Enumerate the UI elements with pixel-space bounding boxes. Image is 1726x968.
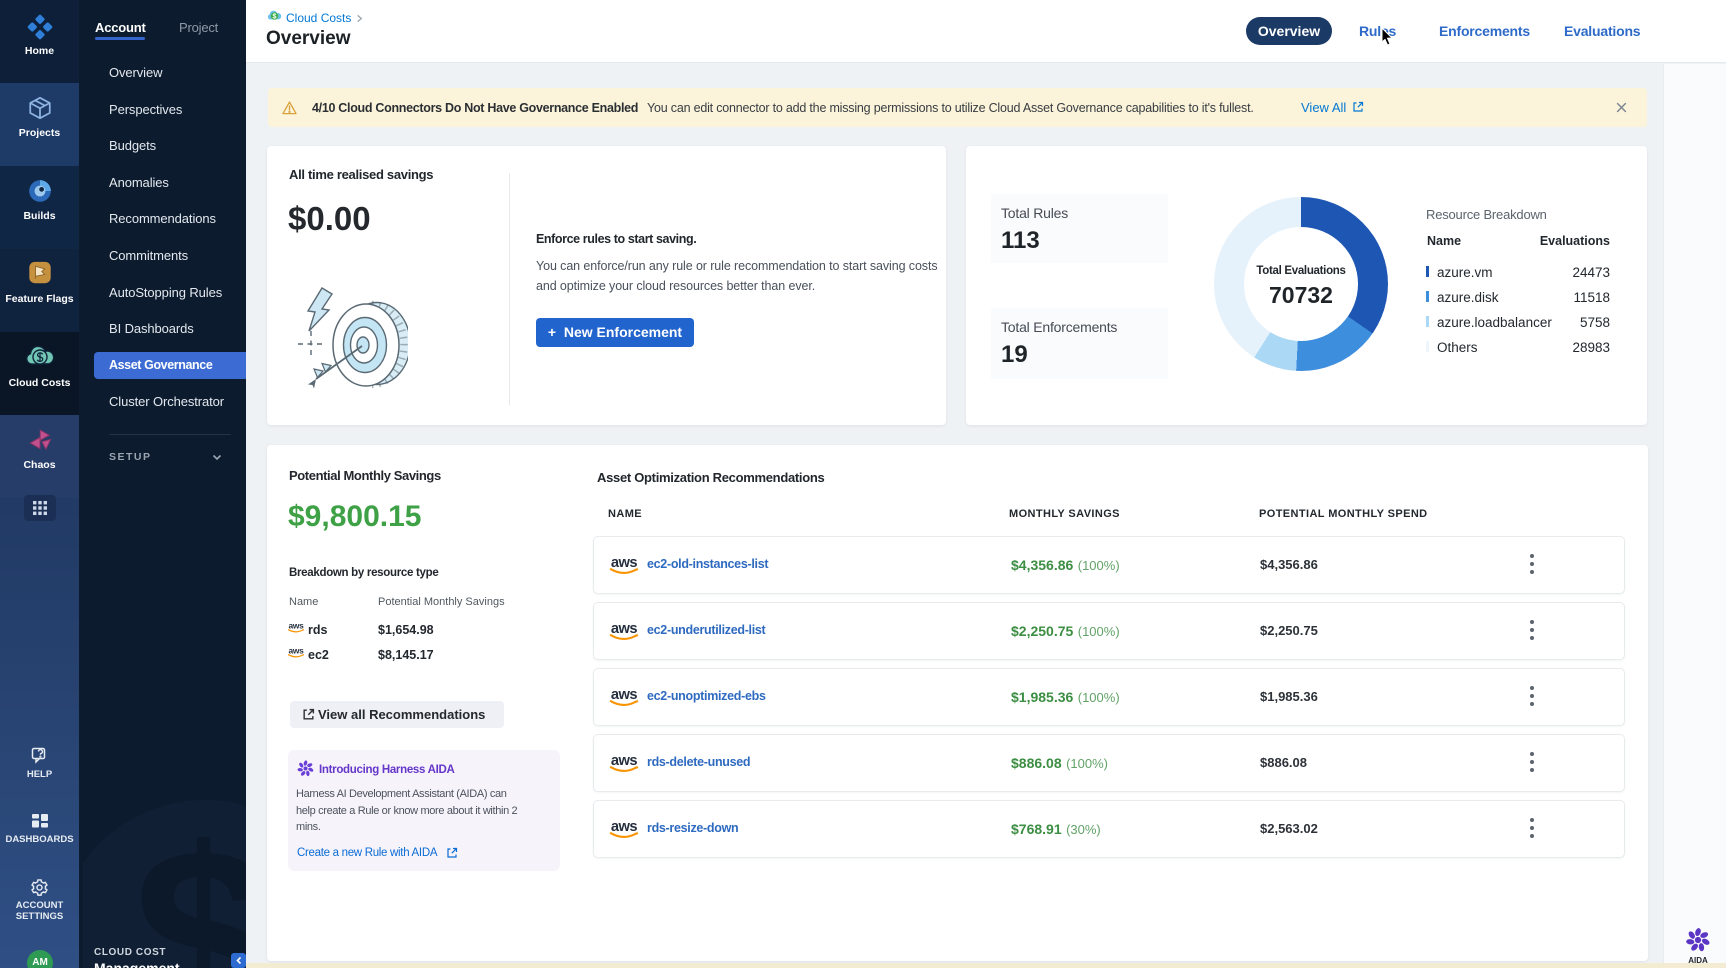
svg-text:$: $ [133, 797, 246, 968]
svg-text:$: $ [273, 14, 277, 21]
